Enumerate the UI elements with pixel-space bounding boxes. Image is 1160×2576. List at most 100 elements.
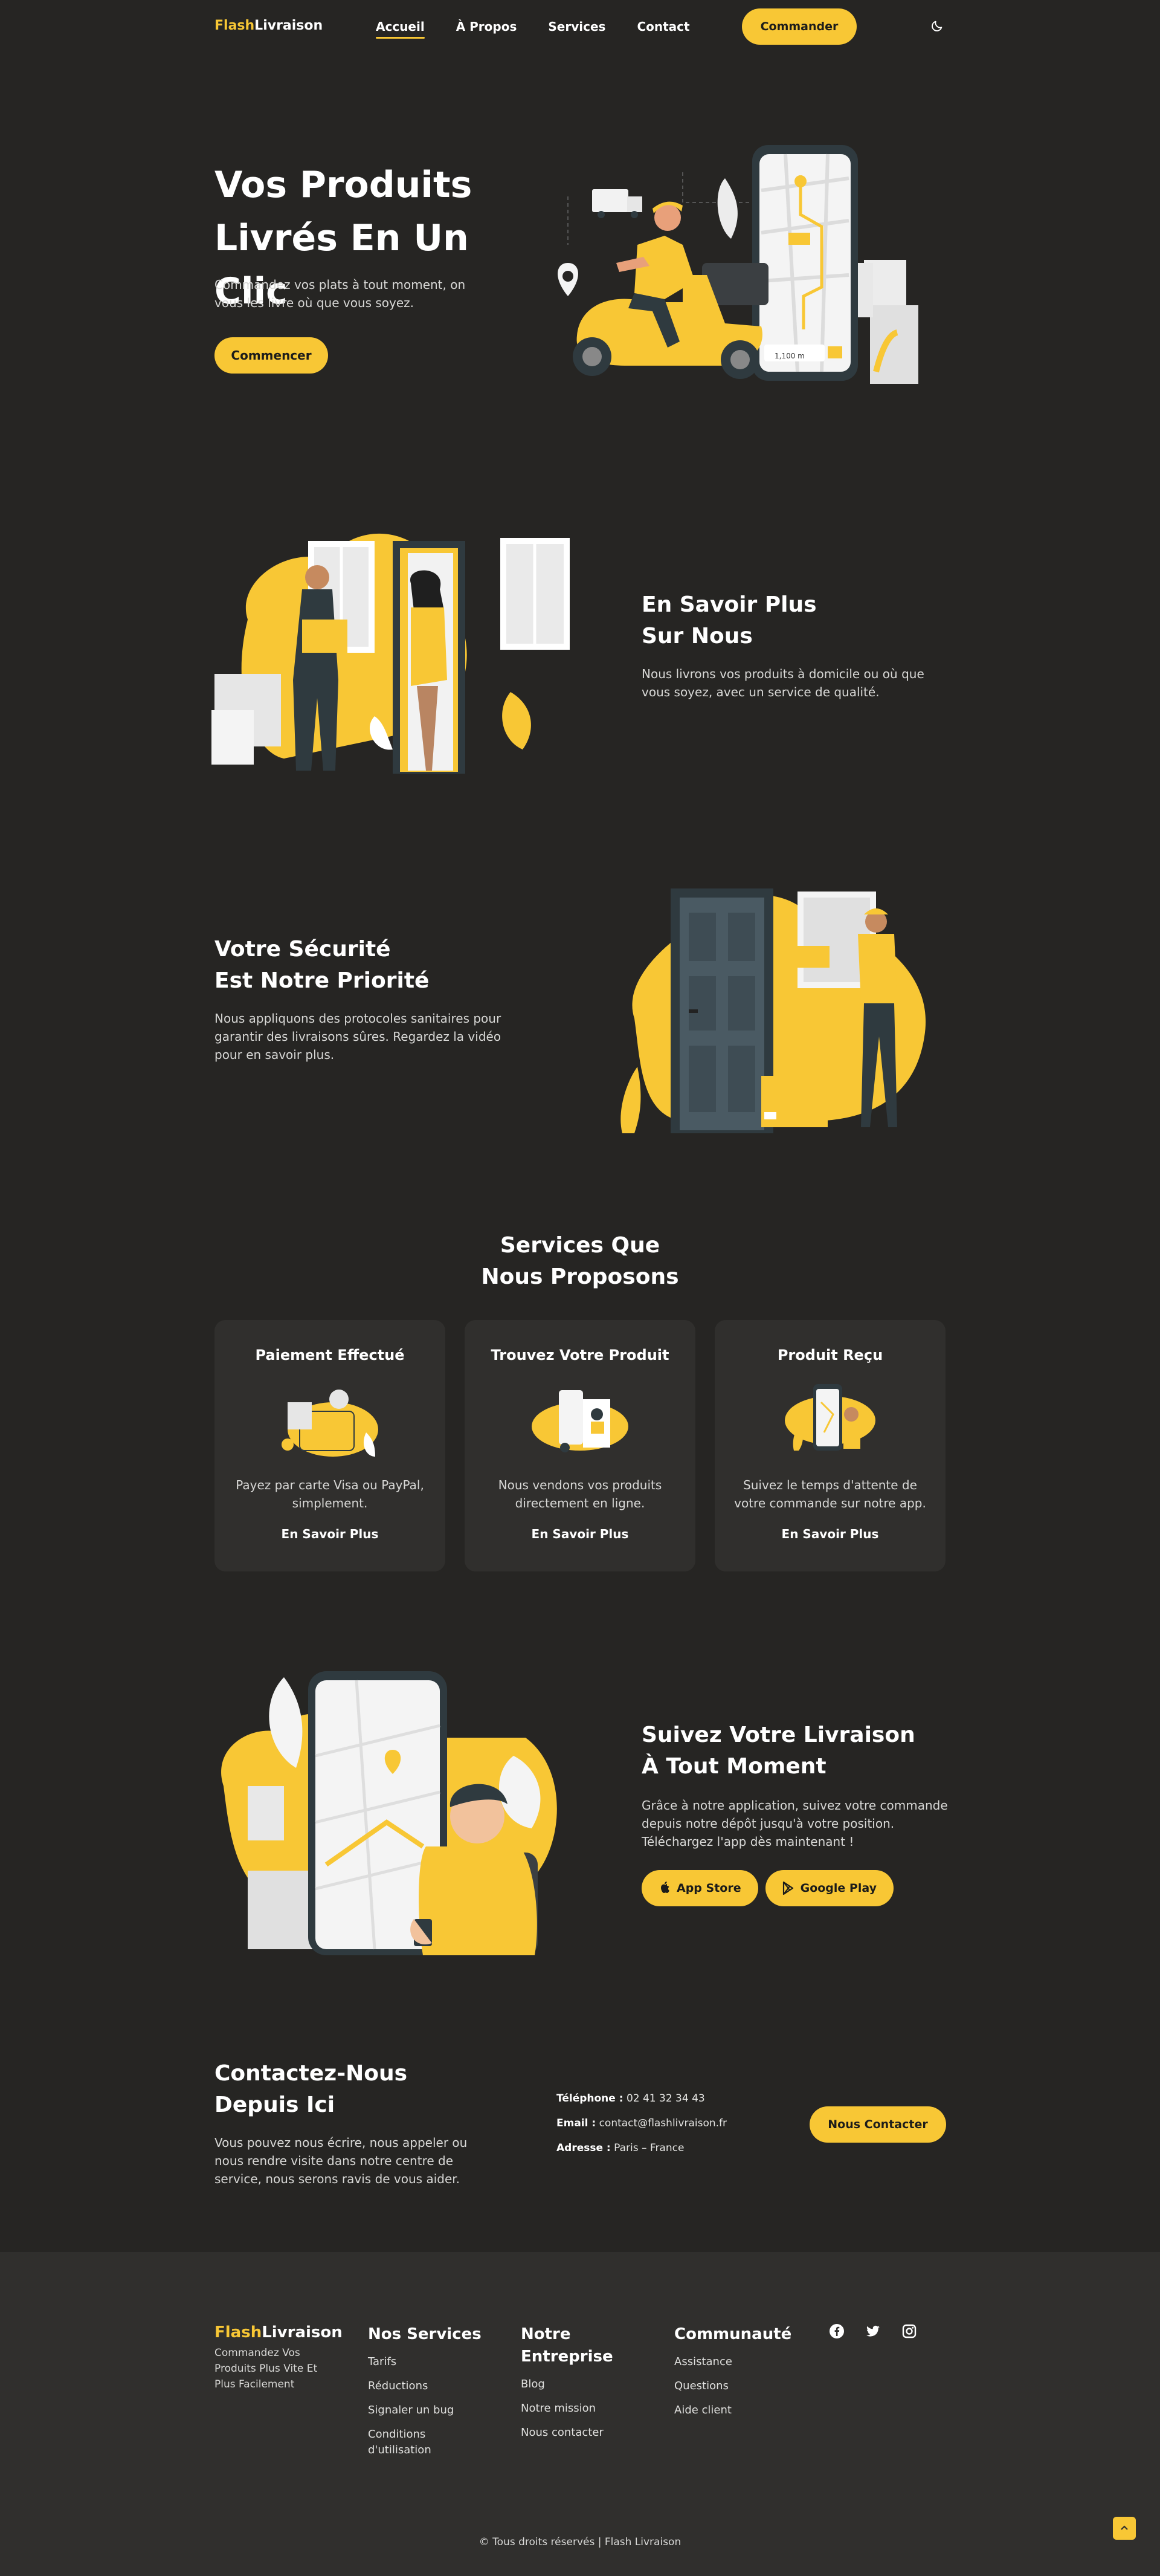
footer-link-conditions[interactable]: Conditions d'utilisation: [368, 2427, 471, 2458]
address-label: Adresse :: [556, 2142, 611, 2154]
footer-link-assistance[interactable]: Assistance: [674, 2354, 791, 2370]
phone-label: Téléphone :: [556, 2092, 624, 2105]
footer-link-contact[interactable]: Nous contacter: [521, 2425, 613, 2441]
footer: FlashLivraison Commandez Vos Produits Pl…: [0, 2252, 1160, 2576]
card-learn-more-link[interactable]: En Savoir Plus: [715, 1527, 946, 1541]
footer-logo-part-livraison: Livraison: [262, 2323, 343, 2341]
services-title-line1: Services Que: [500, 1233, 660, 1258]
google-play-label: Google Play: [800, 1882, 877, 1895]
online-shop-illustration: [532, 1390, 628, 1452]
logo[interactable]: FlashLivraison: [214, 18, 323, 33]
footer-col-title-line2: Entreprise: [521, 2348, 613, 2366]
footer-link-signaler-bug[interactable]: Signaler un bug: [368, 2403, 471, 2418]
email-value[interactable]: contact@flashlivraison.fr: [599, 2117, 727, 2129]
address-value: Paris – France: [614, 2142, 685, 2154]
contact-title-line2: Depuis Ici: [214, 2092, 335, 2117]
contact-address: Adresse : Paris – France: [556, 2142, 684, 2154]
footer-col-company: Notre Entreprise Blog Notre mission Nous…: [521, 2323, 613, 2441]
scroll-up-button[interactable]: [1113, 2517, 1136, 2540]
nav-link-a-propos[interactable]: À Propos: [456, 19, 517, 34]
contact-description: Vous pouvez nous écrire, nous appeler ou…: [214, 2135, 468, 2186]
nav-links: Accueil À Propos Services Contact: [376, 19, 690, 39]
nav-link-services[interactable]: Services: [548, 19, 605, 34]
tracking-title-line2: À Tout Moment: [642, 1754, 826, 1779]
footer-link-blog[interactable]: Blog: [521, 2377, 613, 2392]
contact-phone: Téléphone : 02 41 32 34 43: [556, 2092, 705, 2105]
tracking-title-line1: Suivez Votre Livraison: [642, 1723, 915, 1747]
phone-value[interactable]: 02 41 32 34 43: [627, 2092, 705, 2105]
services-title-line2: Nous Proposons: [481, 1264, 679, 1289]
card-title: Paiement Effectué: [255, 1347, 405, 1364]
twitter-icon[interactable]: [865, 2323, 881, 2339]
footer-logo-part-flash: Flash: [214, 2323, 262, 2341]
security-title-line1: Votre Sécurité: [214, 937, 391, 962]
app-store-button[interactable]: App Store: [642, 1870, 758, 1906]
logo-part-livraison: Livraison: [254, 18, 323, 33]
security-title-line2: Est Notre Priorité: [214, 968, 430, 993]
about-description: Nous livrons vos produits à domicile ou …: [642, 667, 924, 699]
about-title-line1: En Savoir Plus: [642, 592, 817, 617]
contact-us-button[interactable]: Nous Contacter: [810, 2106, 946, 2143]
delivery-scooter-illustration: 1,100 m: [558, 145, 918, 384]
footer-col-title: Communauté: [674, 2325, 792, 2343]
contact-email: Email : contact@flashlivraison.fr: [556, 2117, 727, 2129]
facebook-icon[interactable]: [829, 2323, 845, 2339]
tracking-title: Suivez Votre Livraison À Tout Moment: [642, 1720, 920, 1782]
logo-part-flash: Flash: [214, 18, 255, 33]
footer-col-title: Nos Services: [368, 2325, 482, 2343]
footer-col-services: Nos Services Tarifs Réductions Signaler …: [368, 2323, 482, 2458]
footer-col-title: Notre Entreprise: [521, 2323, 613, 2368]
nav-link-contact[interactable]: Contact: [637, 19, 689, 34]
app-store-label: App Store: [677, 1882, 741, 1895]
order-button[interactable]: Commander: [742, 8, 857, 45]
tracking-description: Grâce à notre application, suivez votre …: [642, 1798, 948, 1849]
service-card-find-product: Trouvez Votre Produit Nous vendons vos p…: [465, 1320, 695, 1571]
instagram-icon[interactable]: [901, 2323, 917, 2339]
google-play-button[interactable]: Google Play: [765, 1870, 894, 1906]
about-title: En Savoir Plus Sur Nous: [642, 589, 883, 652]
safe-delivery-illustration: [620, 888, 926, 1133]
footer-link-aide[interactable]: Aide client: [674, 2403, 791, 2418]
card-title: Trouvez Votre Produit: [491, 1347, 669, 1364]
footer-tagline: Commandez Vos Produits Plus Vite Et Plus…: [214, 2347, 318, 2390]
security-title: Votre Sécurité Est Notre Priorité: [214, 934, 529, 997]
app-tracking-illustration: [785, 1384, 875, 1451]
footer-link-tarifs[interactable]: Tarifs: [368, 2354, 471, 2370]
about-title-line2: Sur Nous: [642, 624, 753, 649]
service-card-payment: Paiement Effectué Payez par carte Visa o…: [214, 1320, 445, 1571]
services-title: Services Que Nous Proposons: [0, 1230, 1160, 1293]
footer-link-reductions[interactable]: Réductions: [368, 2378, 471, 2394]
social-links: [829, 2323, 917, 2339]
delivery-door-illustration: [211, 533, 570, 774]
nav-link-accueil[interactable]: Accueil: [376, 19, 425, 39]
app-store-buttons: App Store Google Play: [642, 1870, 894, 1906]
service-cards: Paiement Effectué Payez par carte Visa o…: [214, 1320, 946, 1571]
card-description: Suivez le temps d'attente de votre comma…: [734, 1478, 926, 1510]
contact-title-line1: Contactez-Nous: [214, 2061, 408, 2086]
start-button[interactable]: Commencer: [214, 337, 328, 374]
footer-logo[interactable]: FlashLivraison: [214, 2323, 343, 2341]
security-description: Nous appliquons des protocoles sanitaire…: [214, 1011, 501, 1062]
hero-title-line1: Vos Produits: [214, 164, 472, 206]
card-learn-more-link[interactable]: En Savoir Plus: [214, 1527, 445, 1541]
footer-brand: FlashLivraison Commandez Vos Produits Pl…: [214, 2323, 343, 2392]
card-learn-more-link[interactable]: En Savoir Plus: [465, 1527, 695, 1541]
apple-icon: [661, 1882, 669, 1893]
email-label: Email :: [556, 2117, 596, 2129]
hero-description: Commandez vos plats à tout moment, on vo…: [214, 277, 466, 310]
card-title: Produit Reçu: [777, 1347, 883, 1364]
moon-icon[interactable]: [930, 19, 944, 33]
contact-title: Contactez-Nous Depuis Ici: [214, 2058, 480, 2121]
google-play-icon: [782, 1882, 793, 1895]
map-distance: 1,100 m: [775, 352, 805, 360]
footer-link-questions[interactable]: Questions: [674, 2378, 791, 2394]
card-description: Nous vendons vos produits directement en…: [498, 1478, 662, 1510]
footer-link-mission[interactable]: Notre mission: [521, 2401, 613, 2416]
footer-col-title-line1: Notre: [521, 2325, 571, 2343]
wallet-illustration: [282, 1390, 378, 1457]
card-description: Payez par carte Visa ou PayPal, simpleme…: [236, 1478, 424, 1510]
navbar: FlashLivraison Accueil À Propos Services…: [0, 0, 1160, 53]
copyright: © Tous droits réservés | Flash Livraison: [478, 2536, 682, 2548]
tracking-app-illustration: [221, 1671, 557, 1955]
page: FlashLivraison Accueil À Propos Services…: [0, 0, 1160, 2576]
